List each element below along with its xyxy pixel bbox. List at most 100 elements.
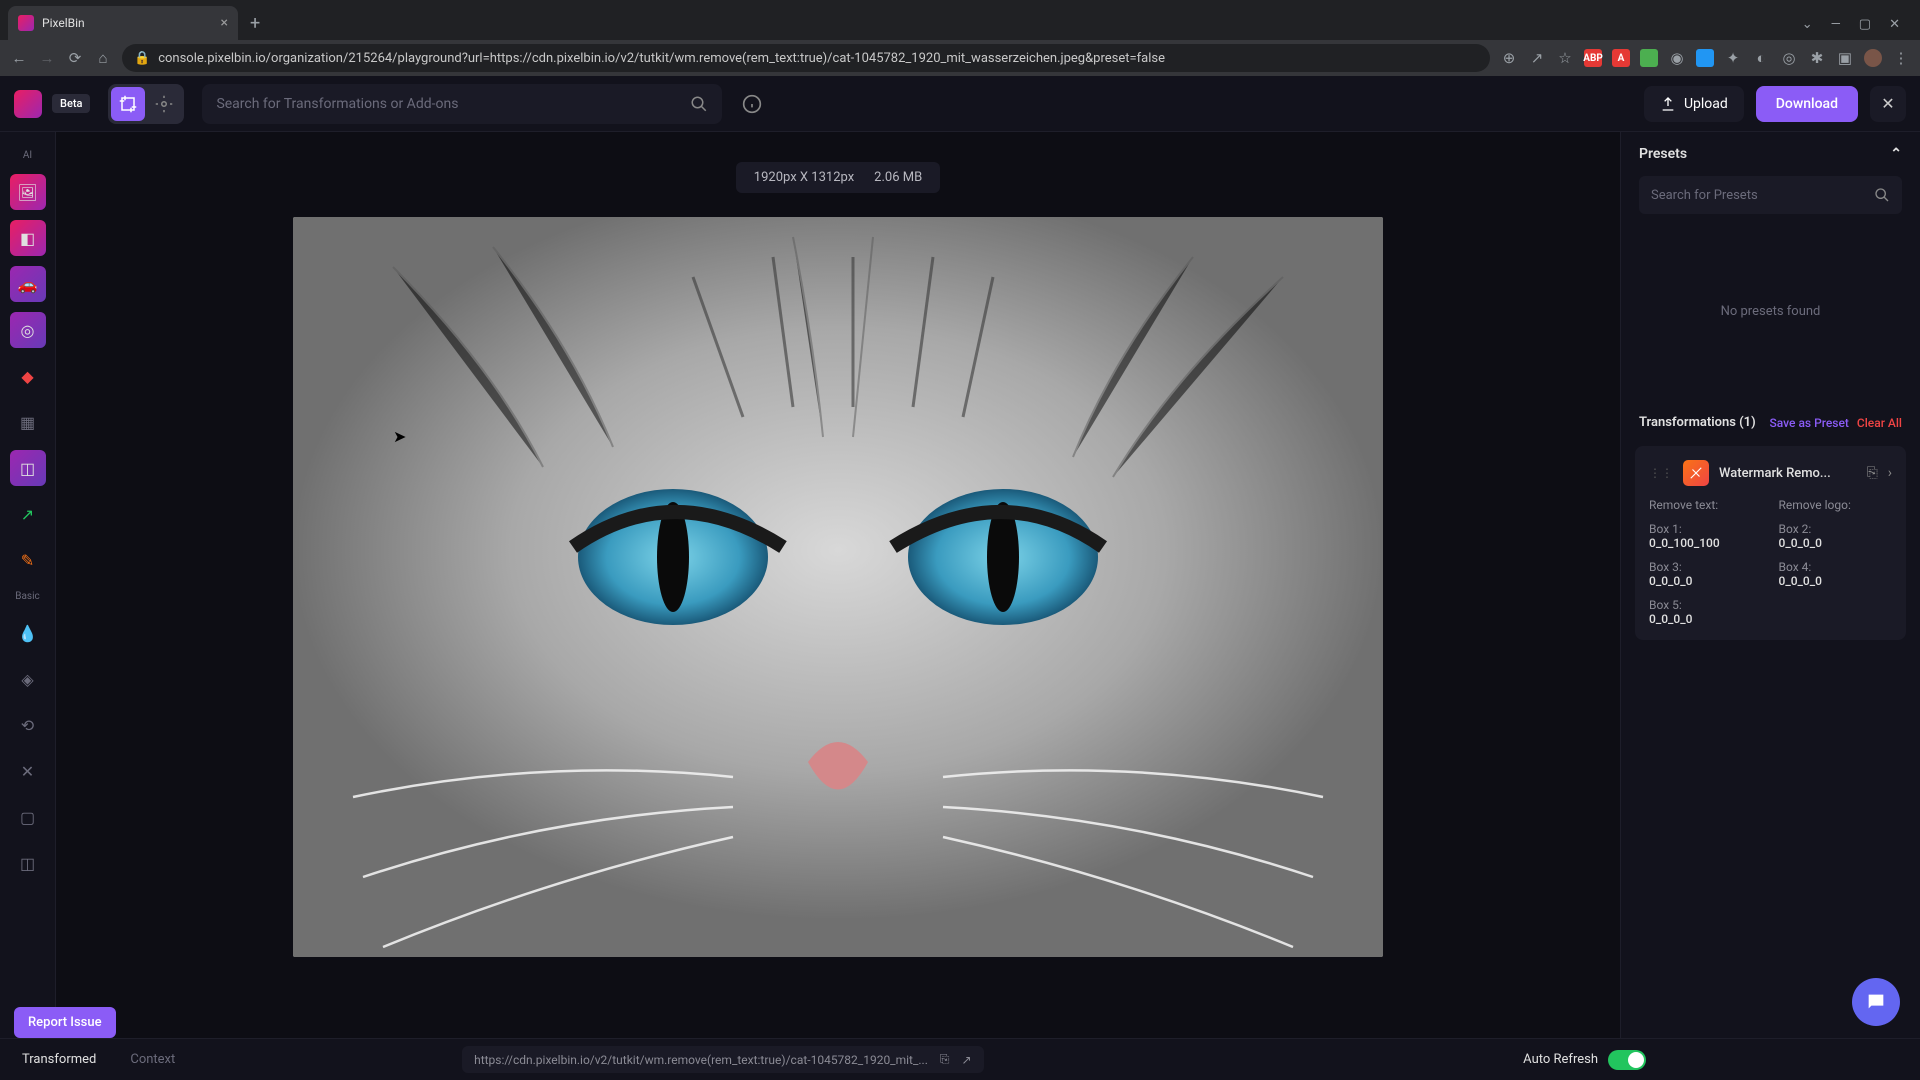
close-tab-icon[interactable]: × — [221, 15, 228, 31]
param-value: 0_0_0_0 — [1649, 612, 1763, 626]
translate-icon[interactable]: ⊕ — [1500, 49, 1518, 67]
maximize-icon[interactable]: ▢ — [1859, 17, 1871, 32]
camera-icon[interactable]: ◎ — [1780, 49, 1798, 67]
rail-crop-icon[interactable]: ◫ — [10, 845, 46, 881]
search-icon — [690, 95, 708, 113]
rail-tool-9-icon[interactable]: ✎ — [10, 542, 46, 578]
close-panel-button[interactable]: ✕ — [1870, 86, 1906, 122]
rail-label-ai: AI — [23, 150, 32, 161]
auto-refresh-toggle[interactable] — [1608, 1050, 1646, 1070]
browser-tab[interactable]: PixelBin × — [8, 6, 238, 40]
upload-icon — [1660, 96, 1676, 112]
clear-all-button[interactable]: Clear All — [1857, 416, 1902, 430]
rail-tool-8-icon[interactable]: ↗ — [10, 496, 46, 532]
mode-transform-button[interactable] — [111, 87, 145, 121]
lock-icon: 🔒 — [134, 51, 150, 66]
download-button[interactable]: Download — [1756, 86, 1858, 122]
profile-avatar[interactable] — [1864, 49, 1882, 67]
forward-icon[interactable]: → — [38, 49, 56, 67]
auto-refresh-control: Auto Refresh — [1523, 1050, 1646, 1070]
tab-context[interactable]: Context — [122, 1048, 183, 1071]
rail-tool-1-icon[interactable]: 🖼 — [10, 174, 46, 210]
star-icon[interactable]: ☆ — [1556, 49, 1574, 67]
panel-icon[interactable]: ▣ — [1836, 49, 1854, 67]
param-label: Remove text: — [1649, 498, 1763, 512]
chat-fab-button[interactable] — [1852, 978, 1900, 1026]
rail-tool-3-icon[interactable]: 🚗 — [10, 266, 46, 302]
transformation-card: ⋮⋮ Watermark Remo... ⎘ › Remove text: Re… — [1635, 446, 1906, 640]
puzzle-icon[interactable]: ✦ — [1724, 49, 1742, 67]
search-icon — [1874, 187, 1890, 203]
param-label: Remove logo: — [1779, 498, 1893, 512]
rail-blur-icon[interactable]: 💧 — [10, 615, 46, 651]
back-icon[interactable]: ← — [10, 49, 28, 67]
ext-gray-icon[interactable]: ◐ — [1752, 49, 1770, 67]
ext-green-icon[interactable] — [1640, 49, 1658, 67]
search-placeholder: Search for Transformations or Add-ons — [216, 96, 458, 112]
tab-transformed[interactable]: Transformed — [14, 1048, 104, 1071]
cat-image-icon — [293, 217, 1383, 957]
no-presets-message: No presets found — [1639, 214, 1902, 389]
drag-handle-icon[interactable]: ⋮⋮ — [1649, 466, 1673, 480]
param-value: 0_0_0_0 — [1779, 574, 1893, 588]
rail-tool-2-icon[interactable]: ◧ — [10, 220, 46, 256]
save-preset-button[interactable]: Save as Preset — [1770, 416, 1849, 430]
preset-search-input[interactable]: Search for Presets — [1639, 176, 1902, 214]
minimize-icon[interactable]: — — [1831, 17, 1841, 32]
param-label: Box 3: — [1649, 560, 1763, 574]
canvas-image[interactable]: ➤ — [293, 217, 1383, 957]
output-url-text: https://cdn.pixelbin.io/v2/tutkit/wm.rem… — [474, 1053, 928, 1067]
report-issue-button[interactable]: Report Issue — [14, 1007, 116, 1038]
url-input[interactable]: 🔒 console.pixelbin.io/organization/21526… — [122, 44, 1490, 72]
menu-icon[interactable]: ⋮ — [1892, 49, 1910, 67]
extensions-icon[interactable]: ✱ — [1808, 49, 1826, 67]
rail-tool-4-icon[interactable]: ◎ — [10, 312, 46, 348]
pixelbin-logo-icon[interactable] — [14, 90, 42, 118]
chat-icon — [1865, 991, 1887, 1013]
rail-rotate-icon[interactable]: ⟲ — [10, 707, 46, 743]
search-transformations-input[interactable]: Search for Transformations or Add-ons — [202, 84, 722, 124]
open-url-icon[interactable]: ↗ — [961, 1053, 971, 1067]
mode-toggle-group — [108, 84, 184, 124]
rail-tool-6-icon[interactable]: ▦ — [10, 404, 46, 440]
home-icon[interactable]: ⌂ — [94, 49, 112, 67]
rail-label-basic: Basic — [15, 591, 40, 602]
extension-icons: ⊕ ↗ ☆ ABP A ◉ ✦ ◐ ◎ ✱ ▣ ⋮ — [1500, 49, 1910, 67]
auto-refresh-label: Auto Refresh — [1523, 1052, 1598, 1067]
output-url-display: https://cdn.pixelbin.io/v2/tutkit/wm.rem… — [462, 1046, 983, 1073]
report-issue-label: Report Issue — [28, 1015, 102, 1030]
param-value: 0_0_100_100 — [1649, 536, 1763, 550]
app-header: Beta Search for Transformations or Add-o… — [0, 76, 1920, 132]
upload-label: Upload — [1684, 96, 1728, 112]
rail-tool-7-icon[interactable]: ◫ — [10, 450, 46, 486]
globe-icon[interactable]: ◉ — [1668, 49, 1686, 67]
info-icon[interactable] — [742, 94, 762, 114]
rail-tool-5-icon[interactable]: ◆ — [10, 358, 46, 394]
abp-icon[interactable]: ABP — [1584, 49, 1602, 67]
copy-url-icon[interactable]: ⎘ — [940, 1052, 950, 1067]
transformations-header: Transformations (1) Save as Preset Clear… — [1621, 403, 1920, 438]
rail-compress-icon[interactable]: ◈ — [10, 661, 46, 697]
new-tab-button[interactable]: + — [238, 13, 272, 40]
abp2-icon[interactable]: A — [1612, 49, 1630, 67]
right-panel: Presets ⌃ Search for Presets No presets … — [1620, 132, 1920, 1038]
presets-header[interactable]: Presets ⌃ — [1639, 146, 1902, 162]
reload-icon[interactable]: ⟳ — [66, 49, 84, 67]
rail-resize-icon[interactable]: ▢ — [10, 799, 46, 835]
window-controls: ⌄ — ▢ ✕ — [1790, 17, 1912, 40]
transformation-name: Watermark Remo... — [1719, 466, 1857, 481]
mode-settings-button[interactable] — [147, 87, 181, 121]
param-label: Box 4: — [1779, 560, 1893, 574]
address-bar: ← → ⟳ ⌂ 🔒 console.pixelbin.io/organizati… — [0, 40, 1920, 76]
share-icon[interactable]: ↗ — [1528, 49, 1546, 67]
param-label: Box 5: — [1649, 598, 1763, 612]
ext-blue-icon[interactable] — [1696, 49, 1714, 67]
chevron-right-icon[interactable]: › — [1888, 465, 1892, 481]
image-filesize: 2.06 MB — [874, 170, 922, 185]
upload-button[interactable]: Upload — [1644, 86, 1744, 122]
bottom-bar: Transformed Context https://cdn.pixelbin… — [0, 1038, 1920, 1080]
close-window-icon[interactable]: ✕ — [1889, 17, 1900, 32]
chevron-down-icon[interactable]: ⌄ — [1802, 17, 1813, 32]
copy-icon[interactable]: ⎘ — [1867, 465, 1878, 481]
rail-flip-icon[interactable]: ✕ — [10, 753, 46, 789]
